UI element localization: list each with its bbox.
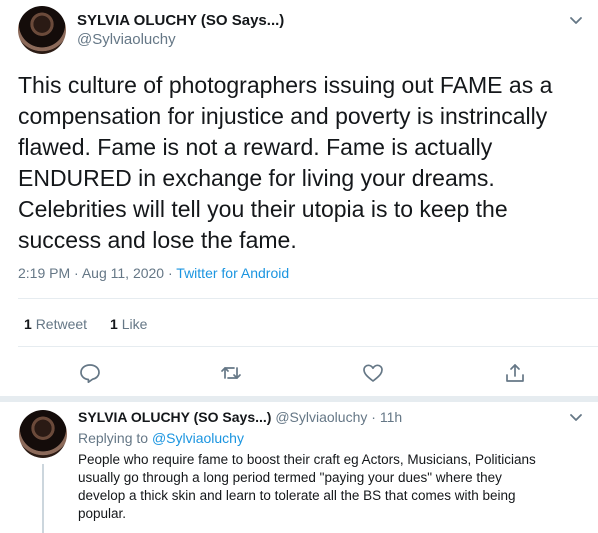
tweet-date[interactable]: Aug 11, 2020 [82, 265, 164, 281]
tweet-text-line: flawed. Fame is not a reward. Fame is ac… [18, 134, 493, 160]
divider [18, 298, 598, 299]
tweet-text-line: Celebrities will tell you their utopia i… [18, 196, 508, 222]
reply-header: SYLVIA OLUCHY (SO Says...) @Sylviaoluchy… [78, 409, 402, 425]
tweet-text-line: success and lose the fame. [18, 227, 297, 253]
reply-author-name[interactable]: SYLVIA OLUCHY (SO Says...) [78, 409, 271, 425]
meta-separator: · [167, 265, 173, 281]
replying-to-handle[interactable]: @Sylviaoluchy [152, 430, 244, 446]
meta-separator: · [74, 265, 79, 281]
reply-button[interactable] [78, 361, 102, 385]
replying-to: Replying to @Sylviaoluchy [78, 430, 244, 446]
tweet-text-line: This culture of photographers issuing ou… [18, 72, 553, 98]
divider [0, 396, 598, 402]
reply-text-line: usually go through a long period termed … [78, 470, 502, 485]
chevron-down-icon [570, 17, 582, 24]
share-button[interactable] [503, 361, 527, 385]
tweet-text-line: compensation for injustice and poverty i… [18, 103, 548, 129]
reply-icon [80, 364, 100, 384]
more-options-button[interactable] [566, 10, 586, 30]
retweet-icon [221, 367, 241, 379]
reply-text-line: popular. [78, 506, 127, 521]
author-name[interactable]: SYLVIA OLUCHY (SO Says...) [77, 12, 284, 29]
tweet-source-link[interactable]: Twitter for Android [176, 265, 289, 281]
meta-separator: · [371, 409, 376, 425]
tweet-time[interactable]: 2:19 PM [18, 265, 70, 281]
like-button[interactable] [361, 361, 385, 385]
replying-to-label: Replying to [78, 430, 149, 446]
retweet-button[interactable] [219, 361, 243, 385]
likes-label: Like [121, 316, 148, 332]
thread-line [42, 464, 44, 533]
tweet-text-line: ENDURED in exchange for living your drea… [18, 165, 495, 191]
reply-age[interactable]: 11h [380, 409, 402, 425]
reply-text-line: develop a thick skin and learn to tolera… [78, 488, 516, 503]
share-icon [506, 364, 524, 382]
reply-more-options-button[interactable] [566, 407, 586, 427]
tweet-text: This culture of photographers issuing ou… [18, 70, 588, 256]
author-handle[interactable]: @Sylviaoluchy [77, 31, 176, 48]
divider [18, 346, 598, 347]
reply-author-handle[interactable]: @Sylviaoluchy [275, 409, 367, 425]
retweets-count: 1 [24, 316, 32, 332]
tweet-meta: 2:19 PM · Aug 11, 2020 · Twitter for And… [18, 265, 289, 281]
chevron-down-icon [570, 414, 582, 421]
reply-text-line: People who require fame to boost their c… [78, 452, 536, 467]
author-avatar[interactable] [18, 6, 66, 54]
retweets-label: Retweet [35, 316, 88, 332]
likes-count: 1 [110, 316, 118, 332]
reply-author-avatar[interactable] [19, 410, 67, 458]
likes-stat[interactable]: 1 Like [110, 316, 147, 332]
reply-text: People who require fame to boost their c… [78, 451, 594, 523]
heart-icon [363, 364, 383, 382]
retweets-stat[interactable]: 1 Retweet [24, 316, 87, 332]
